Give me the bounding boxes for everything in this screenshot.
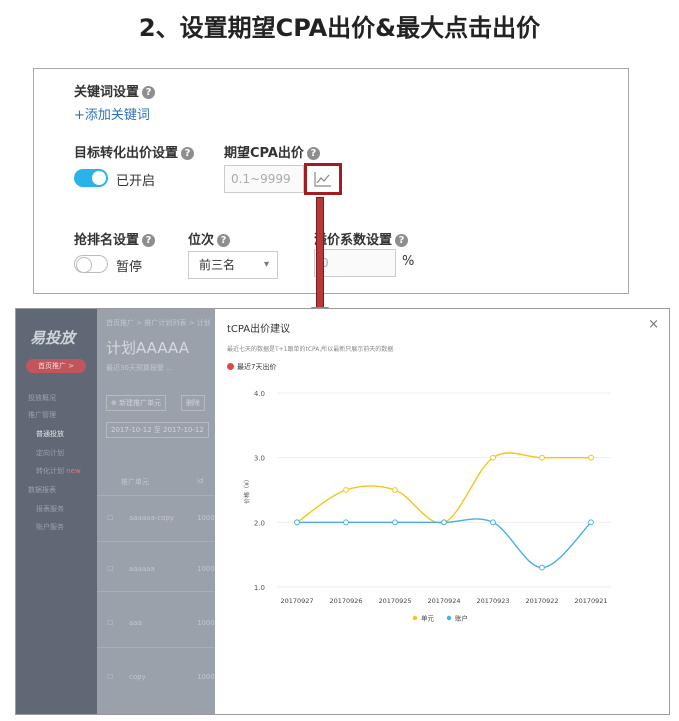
modal-title: tCPA出价建议 [227,324,291,335]
new-unit-button[interactable]: ⊕ 新建推广单元 [106,395,167,411]
legend-label: 单元 [421,614,435,623]
rank-settings-label: 抢排名设置? [74,229,156,248]
x-tick-label: 20170924 [427,597,460,605]
recent-bid-dot-icon [227,363,234,370]
help-icon[interactable]: ? [217,234,231,247]
column-header: 推广单元 [121,478,149,486]
line-chart-icon [314,172,331,187]
rank-state: 暂停 [116,260,143,275]
help-icon[interactable]: ? [395,234,409,247]
breadcrumb: 首页推广 > 推广计划列表 > 计划 [106,319,211,327]
new-badge: new [66,467,81,475]
data-point [490,454,496,461]
add-keyword-link[interactable]: +添加关键词 [74,104,150,123]
chevron-down-icon: ▾ [263,259,269,270]
row-divider [97,647,215,648]
keyword-settings-label: 关键词设置? [74,81,156,100]
legend-swatch [446,615,452,621]
target-bid-state: 已开启 [116,174,156,189]
bid-trend-chart: 1.0 2.0 3.0 4.0 价格（¥） 20170927 20170926 2017092… [243,390,611,623]
table-row-name[interactable]: aaaaaa-copy [129,514,174,522]
help-icon[interactable]: ? [306,147,320,160]
sidebar-item[interactable]: 普通投放 [36,429,64,439]
y-tick-label: 4.0 [254,390,265,398]
sidebar-item[interactable]: 账户服务 [36,522,64,532]
help-icon[interactable]: ? [142,86,156,99]
date-range[interactable]: 2017-10-12 至 2017-10-12 [106,422,209,438]
bid-settings-panel: 关键词设置? +添加关键词 目标转化出价设置? 已开启 期望CPA出价? 0.1… [33,68,629,294]
column-header: id [197,477,204,485]
coefficient-unit: % [402,254,415,269]
row-divider [97,591,215,592]
background-content: 首页推广 > 推广计划列表 > 计划 计划AAAAA 最近30天预算报警 ...… [97,309,219,714]
help-icon[interactable]: ? [142,234,156,247]
data-point [343,519,349,526]
cpa-bid-input[interactable]: 0.1~9999 [224,165,304,193]
data-point [343,487,349,493]
row-divider [97,541,215,542]
x-tick-label: 20170922 [525,597,558,605]
app-screenshot: 易投放 首页推广 > 投放概况 推广管理 普通投放 定向计划 转化计划 new … [15,308,670,715]
table-row-name[interactable]: aaa [129,619,142,627]
bid-suggestion-chart-button[interactable] [304,163,342,195]
data-point [588,454,594,461]
close-icon[interactable]: × [648,317,659,332]
data-point [588,519,594,526]
rank-toggle[interactable] [74,255,108,273]
sidebar-item[interactable]: 数据报表 [28,485,56,495]
sidebar-item[interactable]: 投放概况 [28,393,56,403]
coefficient-label: 溢价系数设置? [314,229,409,248]
sidebar-item[interactable]: 定向计划 [36,448,64,458]
y-tick-label: 3.0 [254,455,265,463]
data-point [392,487,398,493]
coefficient-input[interactable]: 0 [314,249,396,277]
plan-subtitle: 最近30天预算报警 ... [106,364,173,372]
data-point [392,519,398,526]
x-tick-label: 20170927 [280,597,313,605]
legend-label: 账户 [455,614,468,623]
y-axis-label: 价格（¥） [243,476,251,504]
row-checkbox[interactable]: ☐ [107,514,113,522]
delete-button[interactable]: 删除 [181,395,205,411]
position-label: 位次? [188,229,231,248]
data-point [539,454,545,461]
x-tick-label: 20170926 [329,597,362,605]
sidebar-item[interactable]: 转化计划 new [36,466,81,476]
page-heading: 2、设置期望CPA出价&最大点击出价 [138,14,541,42]
legend-swatch [412,615,418,621]
data-point [441,519,447,526]
logo: 易投放 [30,329,76,347]
help-icon[interactable]: ? [181,147,195,160]
y-tick-label: 2.0 [254,519,265,527]
sidebar-item[interactable]: 推广管理 [28,410,56,420]
x-tick-label: 20170925 [378,597,411,605]
cpa-bid-label: 期望CPA出价? [224,142,320,161]
sidebar: 易投放 首页推广 > 投放概况 推广管理 普通投放 定向计划 转化计划 new … [16,309,97,714]
x-tick-label: 20170921 [574,597,607,605]
x-tick-label: 20170923 [476,597,509,605]
modal-description: 最近七天的数据是T+1跟单的tCPA,所以最新只展示前天的数据 [227,346,394,353]
y-tick-label: 1.0 [254,584,265,592]
data-point [490,519,496,526]
recent-bid-toggle[interactable]: 最近7天出价 [227,362,276,372]
row-checkbox[interactable]: ☐ [107,565,113,573]
table-row-name[interactable]: aaaaaa [129,565,155,573]
pointer-arrow-shaft [316,197,324,308]
data-point [539,564,545,571]
row-checkbox[interactable]: ☐ [107,673,113,681]
series-line [296,518,592,569]
table-row-name[interactable]: copy [129,673,146,681]
row-checkbox[interactable]: ☐ [107,619,113,627]
data-point [294,519,300,526]
position-select[interactable]: 前三名 ▾ [188,251,278,279]
bid-suggestion-modal: tCPA出价建议 × 最近七天的数据是T+1跟单的tCPA,所以最新只展示前天的… [215,309,669,714]
row-divider [97,495,215,496]
target-bid-toggle[interactable] [74,169,108,187]
target-bid-label: 目标转化出价设置? [74,142,195,161]
plan-title: 计划AAAAA [106,339,189,357]
sidebar-item[interactable]: 报表服务 [36,504,64,514]
series-line [296,452,591,524]
sidebar-home-pill[interactable]: 首页推广 > [26,359,86,373]
